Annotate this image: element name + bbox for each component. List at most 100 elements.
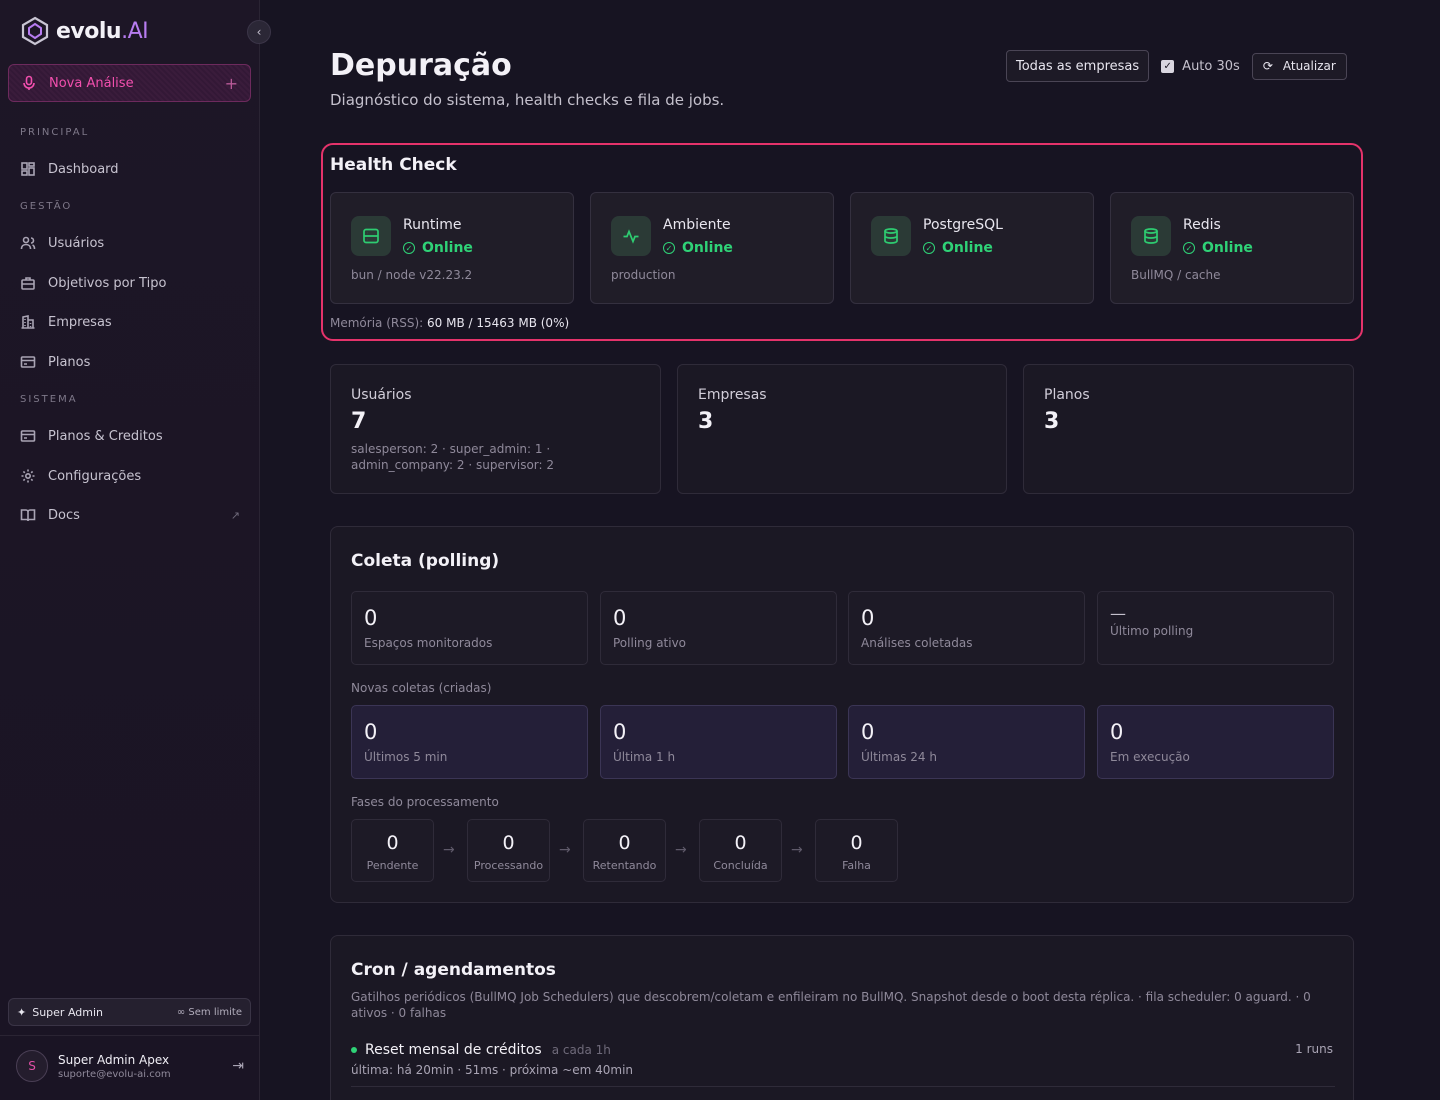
metric-value: 0 (364, 720, 378, 744)
plan-badge: ✦ Super Admin ∞ Sem limite (8, 998, 251, 1026)
metric-value: 0 (1110, 720, 1124, 744)
sidebar-item-dashboard[interactable]: Dashboard (20, 157, 240, 181)
refresh-icon: ⟳ (1262, 59, 1273, 73)
plan-role: Super Admin (32, 1005, 103, 1019)
metric-label: Espaços monitorados (364, 636, 493, 650)
check-circle-icon: ✓ (1183, 242, 1195, 254)
metric-monitored-spaces: 0 Espaços monitorados (351, 591, 588, 665)
sidebar-item-objectives[interactable]: Objetivos por Tipo (20, 271, 240, 295)
sidebar-item-plans-credits[interactable]: Planos & Creditos (20, 424, 240, 448)
metric-value: 0 (364, 606, 378, 630)
user-name: Super Admin Apex (58, 1052, 170, 1067)
card-icon (20, 356, 36, 368)
phase-processing: 0 Processando (467, 819, 550, 882)
plan-limit: ∞ Sem limite (176, 1006, 242, 1018)
phase-value: 0 (502, 832, 515, 854)
sidebar-item-settings[interactable]: Configurações (20, 464, 240, 488)
health-card-name: PostgreSQL (923, 217, 1003, 233)
cron-job-item[interactable]: Reset mensal de créditos a cada 1h (351, 1042, 611, 1058)
auto-refresh-label: Auto 30s (1182, 58, 1240, 74)
sidebar-item-label: Usuários (48, 235, 105, 251)
plus-icon: + (224, 73, 238, 93)
metric-last-1-h: 0 Última 1 h (600, 705, 837, 779)
briefcase-icon (21, 277, 35, 290)
collapse-sidebar-button[interactable]: ‹ (247, 20, 271, 44)
section-principal: PRINCIPAL (20, 127, 90, 138)
dashboard-icon (21, 162, 35, 176)
user-email: suporte@evolu-ai.com (58, 1068, 171, 1080)
card-icon (20, 430, 36, 442)
database-icon (1131, 216, 1171, 256)
sidebar-item-label: Objetivos por Tipo (48, 275, 167, 291)
section-gestao: GESTÃO (20, 201, 73, 212)
sidebar-item-label: Docs (48, 507, 80, 523)
phase-label: Falha (842, 859, 871, 872)
top-controls: Todas as empresas ✓ Auto 30s ⟳ Atualizar (1006, 50, 1347, 82)
health-card-redis: Redis ✓ Online BullMQ / cache (1110, 192, 1354, 304)
company-select[interactable]: Todas as empresas (1006, 50, 1150, 82)
stat-card-plans: Planos 3 (1023, 364, 1354, 494)
stat-label: Usuários (351, 387, 412, 403)
auto-refresh-checkbox[interactable]: ✓ (1161, 59, 1175, 73)
sidebar-item-label: Empresas (48, 314, 112, 330)
phases-label: Fases do processamento (351, 795, 499, 809)
sidebar-item-label: Planos (48, 354, 91, 370)
metric-active-polling: 0 Polling ativo (600, 591, 837, 665)
logout-icon[interactable]: ⇥ (232, 1058, 244, 1074)
phase-value: 0 (734, 832, 747, 854)
health-card-status: ✓ Online (663, 240, 733, 256)
cron-job-frequency: a cada 1h (551, 1043, 611, 1057)
health-card-detail: production (611, 268, 676, 282)
memory-usage: Memória (RSS): 60 MB / 15463 MB (0%) (330, 316, 570, 330)
health-check-title: Health Check (330, 155, 457, 175)
metric-value: 0 (861, 720, 875, 744)
cron-panel: Cron / agendamentos Gatilhos periódicos … (330, 935, 1354, 1100)
health-card-status: ✓ Online (1183, 240, 1253, 256)
arrow-right-icon: → (675, 842, 687, 858)
new-analysis-label: Nova Análise (49, 75, 134, 91)
health-card-environment: Ambiente ✓ Online production (590, 192, 834, 304)
sidebar-item-users[interactable]: Usuários (20, 231, 240, 255)
stat-value: 3 (698, 409, 714, 434)
stat-card-users: Usuários 7 salesperson: 2 · super_admin:… (330, 364, 661, 494)
health-card-status: ✓ Online (923, 240, 993, 256)
arrow-right-icon: → (791, 842, 803, 858)
metric-collected-analyses: 0 Análises coletadas (848, 591, 1085, 665)
stat-value: 7 (351, 409, 367, 434)
sidebar-item-docs[interactable]: Docs ↗ (20, 503, 240, 527)
refresh-button[interactable]: ⟳ Atualizar (1251, 52, 1347, 80)
metric-label: Análises coletadas (861, 636, 973, 650)
check-circle-icon: ✓ (923, 242, 935, 254)
brand-logo[interactable]: evolu.AI (20, 16, 149, 46)
divider (351, 1086, 1335, 1087)
divider (0, 1035, 260, 1036)
metric-last-polling: — Último polling (1097, 591, 1334, 665)
user-profile[interactable]: S Super Admin Apex suporte@evolu-ai.com … (16, 1050, 244, 1082)
external-link-icon: ↗ (230, 508, 240, 522)
sparkle-icon: ✦ (17, 1005, 27, 1019)
sidebar-item-companies[interactable]: Empresas (20, 310, 240, 334)
arrow-right-icon: → (559, 842, 571, 858)
cron-description: Gatilhos periódicos (BullMQ Job Schedule… (351, 990, 1311, 1020)
avatar: S (16, 1050, 48, 1082)
sidebar: evolu.AI Nova Análise + PRINCIPAL Dashbo… (0, 0, 260, 1100)
arrow-right-icon: → (443, 842, 455, 858)
new-analysis-button[interactable]: Nova Análise + (8, 64, 251, 102)
user-info: Super Admin Apex suporte@evolu-ai.com (58, 1053, 171, 1080)
sidebar-item-plans[interactable]: Planos (20, 350, 240, 374)
phase-label: Processando (473, 859, 544, 872)
phase-value: 0 (618, 832, 631, 854)
database-icon (871, 216, 911, 256)
phase-failed: 0 Falha (815, 819, 898, 882)
check-circle-icon: ✓ (403, 242, 415, 254)
microphone-icon (23, 75, 35, 90)
phase-label: Retentando (592, 859, 657, 872)
health-card-runtime: Runtime ✓ Online bun / node v22.23.2 (330, 192, 574, 304)
health-card-name: Redis (1183, 217, 1221, 233)
auto-refresh-toggle[interactable]: ✓ Auto 30s (1161, 59, 1240, 74)
health-card-status: ✓ Online (403, 240, 473, 256)
chevron-left-icon: ‹ (256, 25, 262, 39)
sidebar-item-label: Configurações (48, 468, 142, 484)
page-subtitle: Diagnóstico do sistema, health checks e … (330, 91, 725, 109)
phase-label: Pendente (366, 859, 419, 872)
